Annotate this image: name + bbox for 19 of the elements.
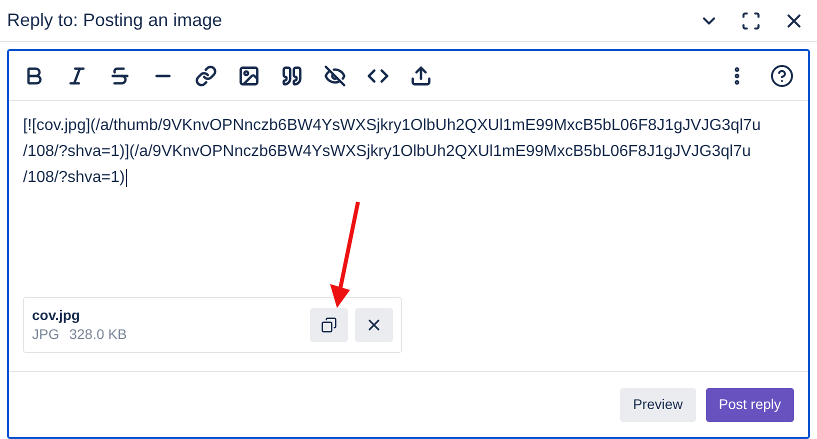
remove-button[interactable]: [355, 308, 393, 342]
hide-icon[interactable]: [324, 64, 346, 86]
post-reply-button[interactable]: Post reply: [706, 388, 794, 422]
help-icon[interactable]: [770, 64, 794, 88]
text-cursor: [126, 168, 127, 187]
preview-button[interactable]: Preview: [620, 388, 696, 422]
copy-icon: [321, 317, 337, 333]
attachment-name: cov.jpg: [32, 306, 81, 324]
link-icon[interactable]: [195, 64, 217, 86]
image-icon[interactable]: [238, 64, 260, 86]
editor-field[interactable]: [![cov.jpg](/a/thumb/9VKnvOPNnczb6BW4YsWXSjkry1OlbUh2QXUl1mE99MxcB5bL06F8J1gJVJG3ql7u /108/?shva=1)](/a/9VKnvOPNnczb6BW4YsWXSjkry1OlbUh2QXUl1mE99MxcB5bL06F8J1gJVJG3ql7u /108/?shva=1): [23, 113, 794, 297]
attachment-type: JPG: [32, 325, 60, 344]
upload-icon[interactable]: [410, 64, 432, 86]
strikethrough-icon[interactable]: [109, 64, 131, 86]
quote-icon[interactable]: [281, 64, 303, 86]
copy-button[interactable]: [310, 308, 348, 342]
attachment-size: 328.0 KB: [69, 325, 127, 344]
fullscreen-icon[interactable]: [741, 10, 761, 30]
dialog-title: Reply to: Posting an image: [7, 9, 222, 32]
